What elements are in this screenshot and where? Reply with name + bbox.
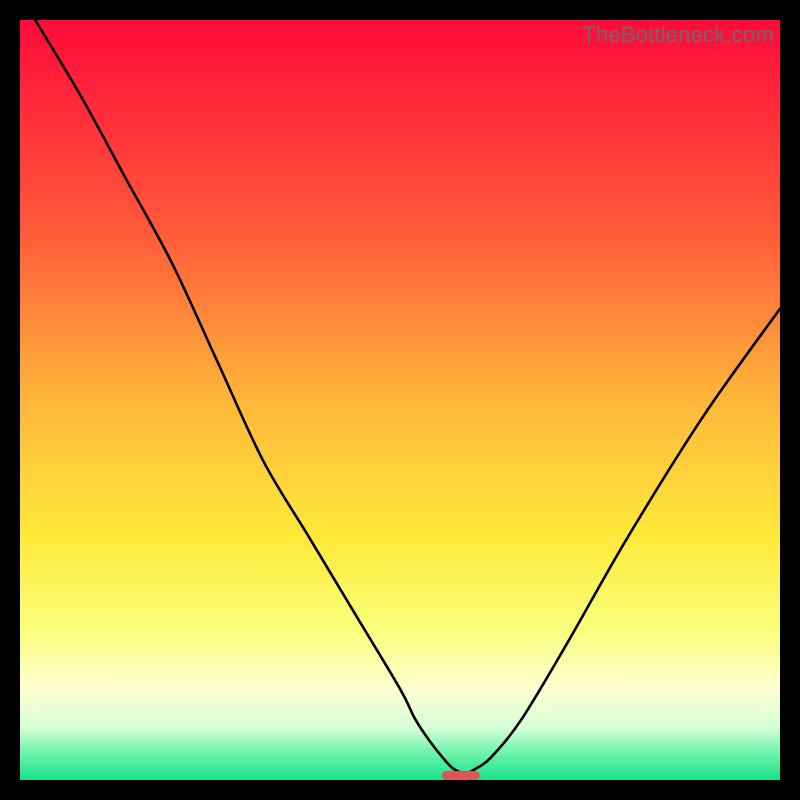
bottleneck-chart bbox=[20, 20, 780, 780]
gradient-background bbox=[20, 20, 780, 780]
watermark-text: TheBottleneck.com bbox=[582, 22, 774, 48]
chart-frame: TheBottleneck.com bbox=[20, 20, 780, 780]
optimal-marker bbox=[442, 771, 480, 780]
